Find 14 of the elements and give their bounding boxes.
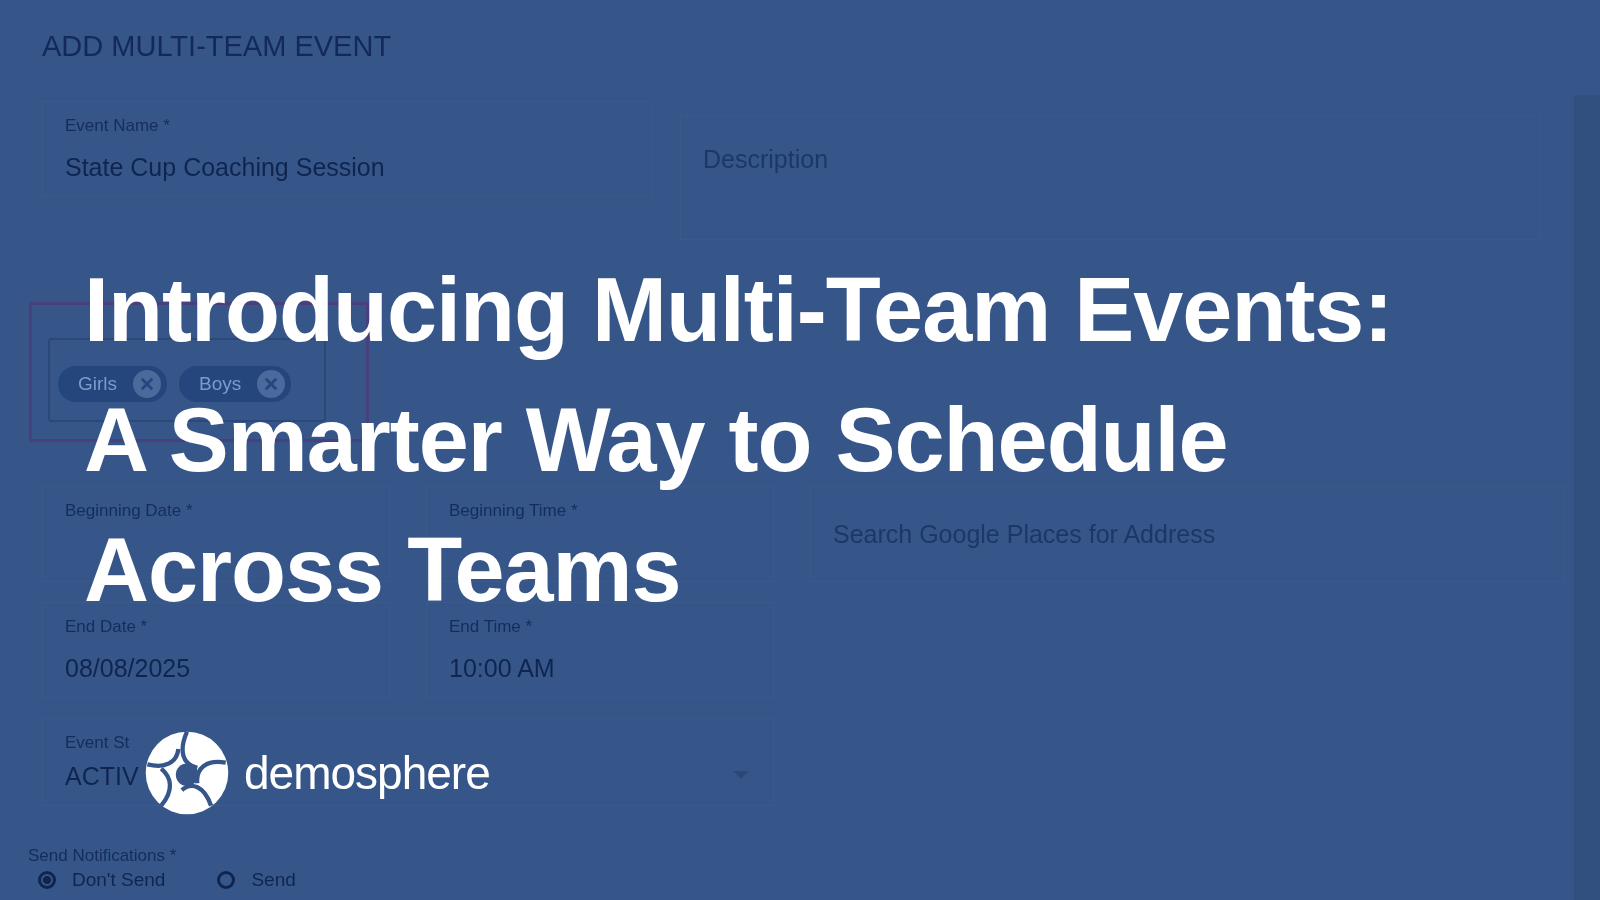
radio-option[interactable]: Don't Send	[38, 869, 166, 891]
team-chip[interactable]: Boys	[179, 366, 292, 402]
radio-option[interactable]: Send	[217, 869, 296, 891]
brand-name: demosphere	[244, 746, 490, 800]
remove-icon[interactable]	[257, 370, 286, 398]
radio-icon[interactable]	[217, 871, 236, 889]
team-chip[interactable]: Girls	[58, 366, 168, 402]
aperture-logo-icon	[144, 730, 230, 816]
field-value: State Cup Coaching Session	[65, 153, 385, 182]
field-value: 08/08/2025	[65, 654, 191, 683]
field-value: ACTIV	[65, 762, 139, 791]
remove-icon[interactable]	[133, 370, 162, 398]
radio-icon[interactable]	[38, 871, 56, 889]
field-value: 10:00 AM	[449, 654, 555, 683]
